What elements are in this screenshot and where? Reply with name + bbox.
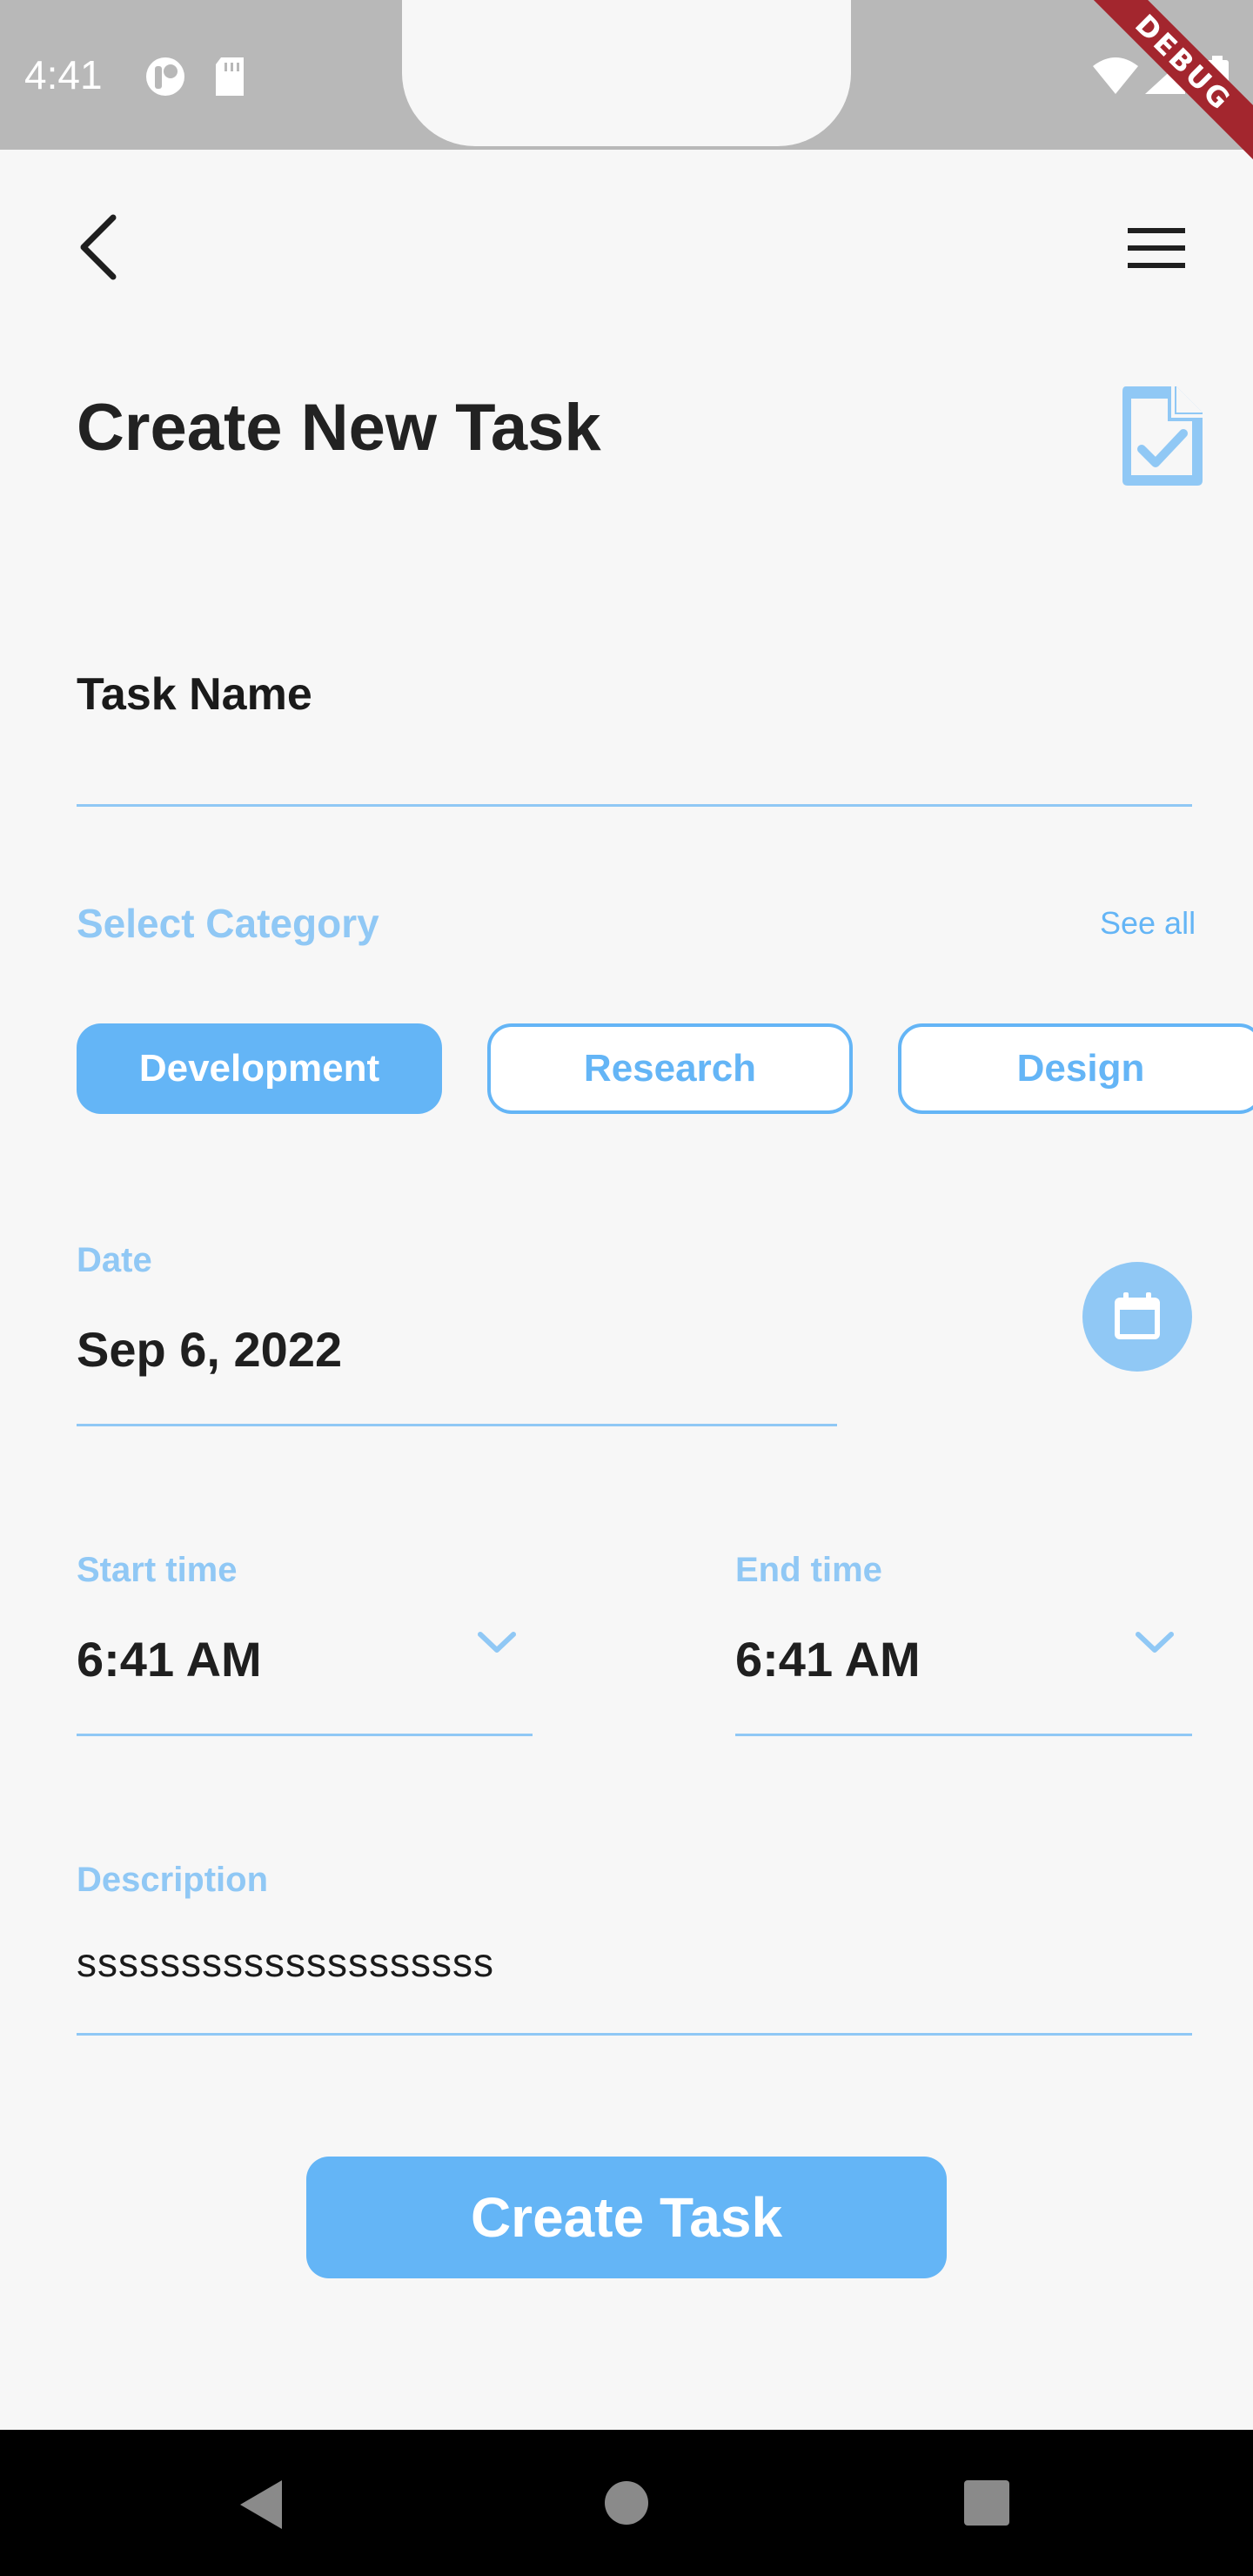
start-time-chevron-down-icon[interactable]	[475, 1626, 519, 1660]
description-underline	[77, 2033, 1192, 2036]
task-name-label: Task Name	[77, 669, 312, 720]
task-name-input[interactable]	[77, 748, 1192, 801]
description-input[interactable]: ssssssssssssssssssss	[77, 1939, 494, 1986]
select-category-title: Select Category	[77, 901, 379, 946]
date-label: Date	[77, 1241, 152, 1279]
start-time-value[interactable]: 6:41 AM	[77, 1631, 262, 1687]
see-all-link[interactable]: See all	[1100, 905, 1196, 942]
end-time-label: End time	[735, 1551, 882, 1589]
pin-icon	[146, 57, 184, 96]
calendar-button[interactable]	[1082, 1262, 1192, 1372]
display-notch	[402, 0, 851, 146]
start-time-underline	[77, 1734, 533, 1736]
nav-home-icon[interactable]	[604, 2480, 649, 2526]
category-chip-research[interactable]: Research	[487, 1023, 853, 1114]
calendar-icon	[1115, 1292, 1160, 1339]
create-task-button[interactable]: Create Task	[306, 2157, 947, 2278]
status-time: 4:41	[24, 52, 103, 97]
date-underline	[77, 1424, 837, 1426]
date-value[interactable]: Sep 6, 2022	[77, 1321, 342, 1378]
category-chip-development[interactable]: Development	[77, 1023, 442, 1114]
description-label: Description	[77, 1861, 269, 1899]
category-chip-design[interactable]: Design	[898, 1023, 1253, 1114]
end-time-value[interactable]: 6:41 AM	[735, 1631, 921, 1687]
end-time-underline	[735, 1734, 1192, 1736]
back-arrow-icon[interactable]	[68, 209, 131, 285]
nav-back-icon[interactable]	[235, 2477, 287, 2532]
end-time-chevron-down-icon[interactable]	[1133, 1626, 1176, 1660]
nav-recents-icon[interactable]	[964, 2480, 1009, 2526]
sd-card-icon	[216, 57, 244, 96]
wifi-icon	[1093, 57, 1138, 94]
task-name-underline	[77, 804, 1192, 807]
page-title: Create New Task	[77, 391, 601, 465]
hamburger-menu-icon[interactable]	[1117, 218, 1196, 278]
start-time-label: Start time	[77, 1551, 238, 1589]
task-document-check-icon	[1122, 386, 1203, 486]
